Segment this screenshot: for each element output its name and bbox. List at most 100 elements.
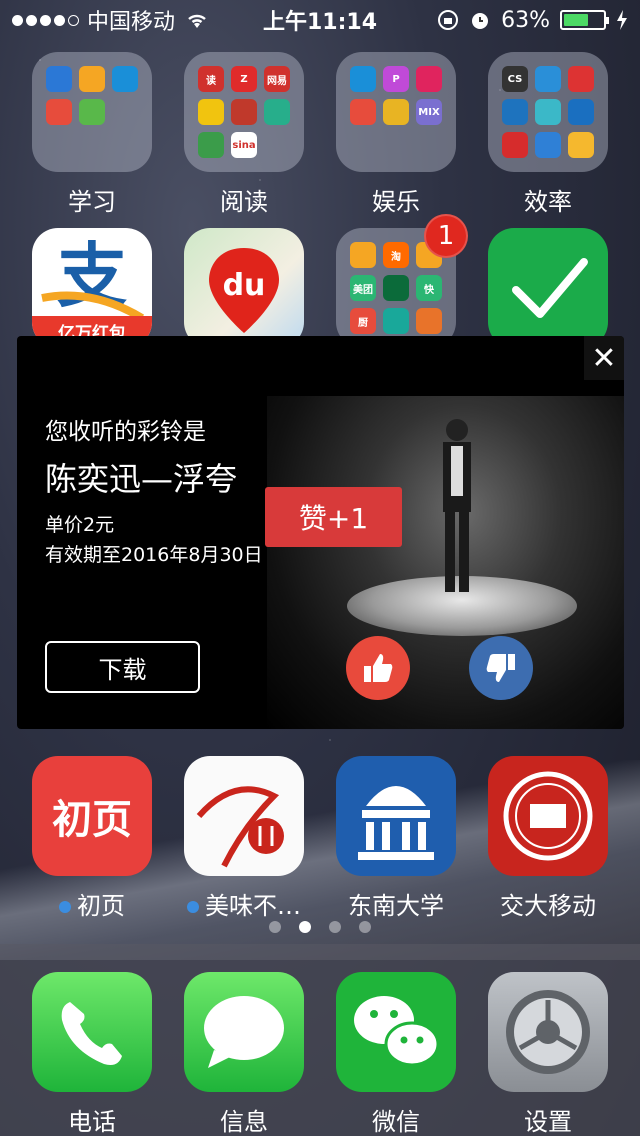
folder-mini-app-icon: MIX bbox=[416, 99, 442, 125]
folder-efficiency[interactable]: CS 效率 bbox=[488, 52, 608, 217]
folder-mini-app-icon bbox=[79, 99, 105, 125]
sjtu-emblem-icon bbox=[488, 756, 608, 876]
folder-mini-app-icon bbox=[350, 66, 376, 92]
app-chuye[interactable]: 初页 初页 bbox=[32, 756, 152, 921]
folder-mini-app-icon bbox=[264, 99, 290, 125]
folder-mini-app-icon: 美团 bbox=[350, 275, 376, 301]
orientation-lock-icon bbox=[438, 10, 459, 30]
folder-icon: CS bbox=[488, 52, 608, 172]
folder-mini-app-icon bbox=[568, 132, 594, 158]
message-bubble-icon bbox=[184, 972, 304, 1092]
checkmark-icon bbox=[488, 228, 608, 348]
ringtone-popup: ✕ 您收听的彩铃是 陈奕迅—浮夸 单价2元 有效期至2016年8月30日 赞+1… bbox=[17, 336, 624, 729]
app-label: 东南大学 bbox=[348, 892, 444, 920]
battery-percent: 63% bbox=[501, 7, 550, 33]
folder-mini-app-icon bbox=[350, 99, 376, 125]
folder-reading[interactable]: 读 Z 网易 sina 阅读 bbox=[184, 52, 304, 217]
folder-mini-app-icon bbox=[416, 308, 442, 334]
folder-mini-app-icon bbox=[383, 275, 409, 301]
app-phone[interactable]: 电话 bbox=[32, 972, 152, 1136]
notification-badge: 1 bbox=[424, 214, 468, 258]
app-label: 娱乐 bbox=[372, 188, 420, 216]
folder-mini-app-icon: 网易 bbox=[264, 66, 290, 92]
thumbs-up-icon[interactable] bbox=[346, 636, 410, 700]
app-label: 学习 bbox=[68, 188, 116, 216]
app-label: 设置 bbox=[524, 1108, 572, 1136]
folder-mini-app-icon bbox=[535, 132, 561, 158]
folder-mini-app-icon: P bbox=[383, 66, 409, 92]
app-label: 信息 bbox=[220, 1108, 268, 1136]
folder-mini-app-icon bbox=[46, 66, 72, 92]
folder-mini-app-icon bbox=[79, 66, 105, 92]
baidu-map-icon: du bbox=[184, 228, 304, 348]
folder-mini-app-icon bbox=[568, 66, 594, 92]
battery-icon bbox=[560, 10, 609, 30]
app-seu[interactable]: 东南大学 bbox=[336, 756, 456, 921]
folder-mini-app-icon bbox=[46, 99, 72, 125]
page-indicator[interactable] bbox=[0, 921, 640, 933]
app-messages[interactable]: 信息 bbox=[184, 972, 304, 1136]
download-button[interactable]: 下载 bbox=[45, 641, 200, 693]
folder-icon bbox=[32, 52, 152, 172]
page-dot-active bbox=[299, 921, 311, 933]
app-label: 交大移动 bbox=[500, 892, 596, 920]
folder-mini-app-icon bbox=[502, 99, 528, 125]
app-label: 美味不… bbox=[184, 886, 304, 921]
app-meiwei[interactable]: 美味不… bbox=[184, 756, 304, 921]
app-label: 初页 bbox=[32, 886, 152, 921]
app-settings[interactable]: 设置 bbox=[488, 972, 608, 1136]
alipay-icon: 支 亿万红包 bbox=[32, 228, 152, 348]
folder-mini-app-icon bbox=[198, 132, 224, 158]
wifi-icon bbox=[188, 14, 206, 28]
folder-mini-app-icon bbox=[502, 132, 528, 158]
folder-icon: 读 Z 网易 sina bbox=[184, 52, 304, 172]
app-alipay[interactable]: 支 亿万红包 bbox=[32, 228, 152, 348]
charging-icon bbox=[617, 10, 627, 30]
thumbs-down-icon[interactable] bbox=[469, 636, 533, 700]
new-dot bbox=[187, 901, 199, 913]
status-bar: 中国移动 上午11:14 63% bbox=[0, 0, 640, 40]
concert-photo bbox=[267, 396, 624, 729]
app-checklist[interactable] bbox=[488, 228, 608, 348]
app-label: 效率 bbox=[524, 188, 572, 216]
folder-mini-app-icon: sina bbox=[231, 132, 257, 158]
phone-icon bbox=[32, 972, 152, 1092]
app-baidu-map[interactable]: du bbox=[184, 228, 304, 348]
song-title: 陈奕迅—浮夸 bbox=[45, 460, 238, 498]
folder-entertainment[interactable]: P MIX 娱乐 bbox=[336, 52, 456, 217]
price-text: 单价2元 bbox=[45, 514, 115, 536]
folder-life[interactable]: 淘美团 快厨 1 bbox=[336, 214, 468, 348]
app-label: 阅读 bbox=[220, 188, 268, 216]
close-button[interactable]: ✕ bbox=[584, 336, 624, 380]
folder-mini-app-icon bbox=[350, 242, 376, 268]
folder-mini-app-icon: 厨 bbox=[350, 308, 376, 334]
page-dot bbox=[359, 921, 371, 933]
folder-mini-app-icon: 读 bbox=[198, 66, 224, 92]
carrier-name: 中国移动 bbox=[87, 10, 176, 35]
folder-mini-app-icon: 快 bbox=[416, 275, 442, 301]
chuye-icon-text: 初页 bbox=[52, 797, 132, 843]
signal-icon bbox=[12, 14, 79, 26]
page-dot bbox=[269, 921, 281, 933]
baidu-map-text: du bbox=[222, 268, 266, 303]
folder-mini-app-icon bbox=[535, 99, 561, 125]
folder-icon: P MIX bbox=[336, 52, 456, 172]
folder-mini-app-icon: 淘 bbox=[383, 242, 409, 268]
popup-subtitle: 您收听的彩铃是 bbox=[45, 419, 206, 445]
folder-mini-app-icon bbox=[112, 66, 138, 92]
folder-mini-app-icon bbox=[416, 66, 442, 92]
chuye-icon: 初页 bbox=[32, 756, 152, 876]
gear-icon bbox=[488, 972, 608, 1092]
folder-mini-app-icon: Z bbox=[231, 66, 257, 92]
like-plus-one-tag: 赞+1 bbox=[265, 487, 402, 547]
wechat-icon bbox=[336, 972, 456, 1092]
folder-study[interactable]: 学习 bbox=[32, 52, 152, 217]
app-sjtu-mobile[interactable]: 交大移动 bbox=[488, 756, 608, 921]
alarm-icon bbox=[472, 13, 489, 29]
page-dot bbox=[329, 921, 341, 933]
folder-mini-app-icon: CS bbox=[502, 66, 528, 92]
folder-mini-app-icon bbox=[383, 308, 409, 334]
app-wechat[interactable]: 微信 bbox=[336, 972, 456, 1136]
app-label: 电话 bbox=[68, 1108, 116, 1136]
meiwei-icon bbox=[184, 756, 304, 876]
